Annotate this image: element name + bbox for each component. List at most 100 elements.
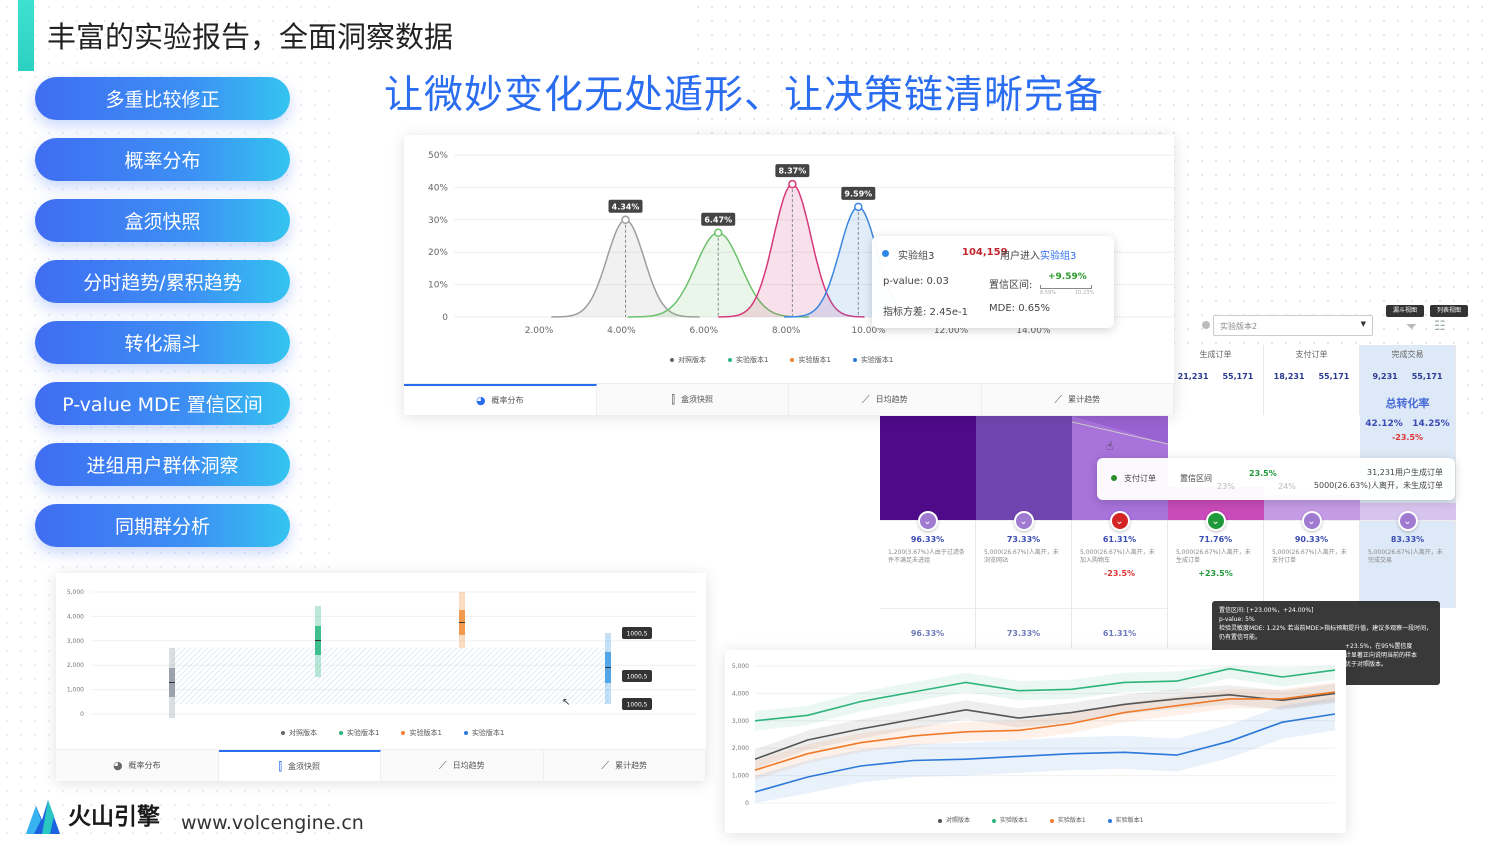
total-val-2: 14.25% — [1412, 419, 1450, 429]
legend-item[interactable]: 实验版本1 — [1049, 815, 1086, 824]
tab-cumulative-trend[interactable]: ⟋ 累计趋势 — [982, 384, 1174, 415]
funnel-bar-2[interactable] — [976, 416, 1072, 520]
legend-item[interactable]: 实验版本1 — [339, 728, 379, 738]
line-chart-icon: ⟋ — [1054, 392, 1063, 406]
funnel-stat-5: ⌄ 90.33% 5,000(26.67%)人离开，未支付订单 — [1264, 511, 1360, 608]
feature-box-plot[interactable]: 盒须快照 — [35, 199, 290, 242]
version-select-value: 实验版本2 — [1220, 322, 1258, 331]
stat-desc: 5,000(26.67%)人离开，未完成交易 — [1368, 549, 1443, 565]
y-tick-label: 2,000 — [67, 662, 84, 669]
ci-bracket — [1040, 285, 1092, 289]
legend-item[interactable]: 实验版本1 — [463, 728, 504, 738]
legend-item[interactable]: 实验版本1 — [790, 355, 831, 365]
legend-item[interactable]: 实验版本1 — [1107, 815, 1144, 824]
peak-label: 9.59% — [844, 189, 872, 198]
legend-item[interactable]: 实验版本1 — [852, 355, 893, 365]
legend-item[interactable]: 对照版本 — [281, 728, 317, 738]
tab-cumulative-trend[interactable]: ⟋ 累计趋势 — [544, 750, 706, 781]
brand-url[interactable]: www.volcengine.cn — [181, 812, 364, 834]
dist-tooltip: 实验组3 104,159 用户进入 实验组3 p-value: 0.03 置信区… — [872, 236, 1114, 328]
x-tick-label: 4.00% — [607, 326, 636, 336]
pie-icon: ◕ — [475, 394, 486, 407]
x-tick-label: 8.00% — [772, 326, 801, 336]
col-title: 完成交易 — [1391, 350, 1424, 359]
feature-funnel[interactable]: 转化漏斗 — [35, 321, 290, 364]
tooltip-mde: MDE: 0.65% — [989, 303, 1050, 314]
funnel-bar-1[interactable] — [880, 416, 976, 520]
funnel-low-pct-3: 61.31% — [1072, 608, 1168, 648]
cursor-icon: ☝ — [1106, 439, 1114, 453]
tooltip-ci-label: 置信区间 — [1180, 474, 1212, 483]
tab-probability[interactable]: ◕ 概率分布 — [404, 384, 597, 415]
line-chart-icon: ⟋ — [601, 758, 610, 772]
tagline: 让微妙变化无处遁形、让决策链清晰完备 — [384, 73, 1105, 118]
peak-point — [621, 215, 630, 225]
list-view-button[interactable]: 列表视图 — [1430, 305, 1468, 317]
trend-chart: 5,000 4,000 3,000 2,000 1,000 0 — [732, 663, 1336, 807]
y-tick-label: 3,000 — [67, 638, 84, 645]
stat-desc: 1,200(3.67%)人由于过滤条件不满足未进组 — [888, 549, 965, 565]
version-select[interactable]: 实验版本2 ▼ — [1213, 315, 1373, 336]
stat-pct: 83.33% — [1390, 535, 1425, 544]
chevron-circle-icon[interactable]: ⌄ — [917, 511, 938, 531]
feature-trend[interactable]: 分时趋势/累积趋势 — [35, 260, 290, 303]
x-tick-label: 6.00% — [690, 326, 719, 336]
chevron-circle-icon[interactable]: ⌄ — [1397, 511, 1418, 531]
y-tick-label: 30% — [428, 216, 448, 226]
tooltip-line1: 31,231用户生成订单 — [1367, 468, 1443, 477]
cursor-icon: ↖ — [562, 697, 571, 708]
tooltip-group: 实验组3 — [898, 251, 935, 262]
funnel-view-button[interactable]: 漏斗视图 — [1386, 305, 1424, 317]
tab-probability[interactable]: ◕ 概率分布 — [56, 750, 219, 781]
tab-daily-trend[interactable]: ⟋ 日均趋势 — [381, 750, 544, 781]
peak-point — [854, 202, 863, 212]
y-tick-label: 1,000 — [732, 773, 749, 780]
total-conversion-label: 总转化率 — [1385, 397, 1430, 410]
legend-dot-icon — [1111, 475, 1117, 481]
stat-desc: 5,000(26.67%)人离开，未浏览网站 — [984, 549, 1059, 565]
feature-cohort[interactable]: 同期群分析 — [35, 504, 290, 547]
page-heading: 丰富的实验报告，全面洞察数据 — [47, 20, 454, 54]
tab-boxplot[interactable]: ⫿ 盒须快照 — [597, 384, 789, 415]
tooltip-ci-hi: 24% — [1278, 482, 1296, 491]
tooltip-ci-value: +9.59% — [1048, 272, 1087, 282]
feature-multiple-comparison[interactable]: 多重比较修正 — [35, 77, 290, 120]
stat-pct: 73.33% — [1006, 535, 1041, 544]
y-tick-label: 20% — [428, 248, 448, 258]
feature-probability-distribution[interactable]: 概率分布 — [35, 138, 290, 181]
legend-item[interactable]: 实验版本1 — [401, 728, 442, 738]
legend-item[interactable]: 对照版本 — [670, 355, 706, 365]
feature-pvalue-mde-ci[interactable]: P-value MDE 置信区间 — [35, 382, 290, 425]
chevron-down-icon: ▼ — [1360, 320, 1366, 328]
chevron-down-red-icon[interactable]: ⌄ — [1109, 511, 1130, 531]
feature-user-insight[interactable]: 进组用户群体洞察 — [35, 443, 290, 486]
total-val-1: 42.12% — [1365, 419, 1403, 429]
peak-point — [713, 228, 723, 238]
col-title: 支付订单 — [1295, 350, 1328, 359]
funnel-icon[interactable]: ⏷ — [1406, 319, 1417, 335]
funnel-stat-1: ⌄ 96.33% 1,200(3.67%)人由于过滤条件不满足未进组 — [880, 511, 976, 608]
tab-boxplot[interactable]: ⫿ 盒须快照 — [218, 750, 381, 781]
stat-pct: 96.33% — [910, 535, 945, 544]
chevron-down-green-icon[interactable]: ⌄ — [1205, 511, 1226, 531]
trend-legend: 对照版本 实验版本1 实验版本1 实验版本1 — [938, 815, 1144, 824]
tooltip-variance: 指标方差: 2.45e-1 — [883, 307, 968, 318]
legend-item[interactable]: 实验版本1 — [728, 355, 768, 365]
chevron-circle-icon[interactable]: ⌄ — [1301, 511, 1322, 531]
legend-item[interactable]: 对照版本 — [938, 815, 970, 824]
y-tick-label: 10% — [428, 281, 448, 291]
col-num-1: 9,231 — [1372, 372, 1398, 381]
legend-item[interactable]: 实验版本1 — [992, 815, 1028, 824]
box-legend: 对照版本 实验版本1 实验版本1 实验版本1 — [281, 728, 504, 738]
legend-dot-icon — [882, 250, 889, 257]
boxplot-icon: ⫿ — [671, 392, 676, 406]
value-label: 1000,5 — [627, 674, 648, 681]
tab-daily-trend[interactable]: ⟋ 日均趋势 — [789, 384, 982, 415]
chevron-circle-icon[interactable]: ⌄ — [1013, 511, 1034, 531]
value-label: 1000,5 — [627, 631, 648, 638]
dist-tabs: ◕ 概率分布 ⫿ 盒须快照 ⟋ 日均趋势 ⟋ 累计趋势 — [404, 383, 1174, 415]
y-tick-label: 4,000 — [732, 690, 749, 697]
stat-delta: -23.5% — [1103, 569, 1136, 579]
tooltip-ci-lo: 8.59% — [1040, 290, 1056, 296]
list-icon[interactable]: ☷ — [1434, 319, 1446, 334]
